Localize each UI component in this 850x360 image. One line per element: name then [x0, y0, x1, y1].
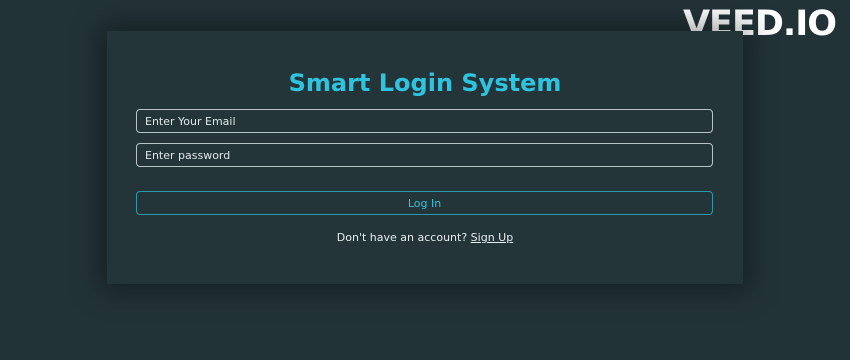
signup-link[interactable]: Sign Up [471, 231, 514, 244]
signup-prompt-row: Don't have an account? Sign Up [107, 231, 743, 244]
password-field[interactable] [136, 143, 713, 167]
login-card: Smart Login System Log In Don't have an … [107, 31, 743, 284]
email-field[interactable] [136, 109, 713, 133]
signup-prompt-text: Don't have an account? [336, 231, 468, 244]
page-title: Smart Login System [288, 69, 562, 97]
login-button[interactable]: Log In [136, 191, 713, 215]
